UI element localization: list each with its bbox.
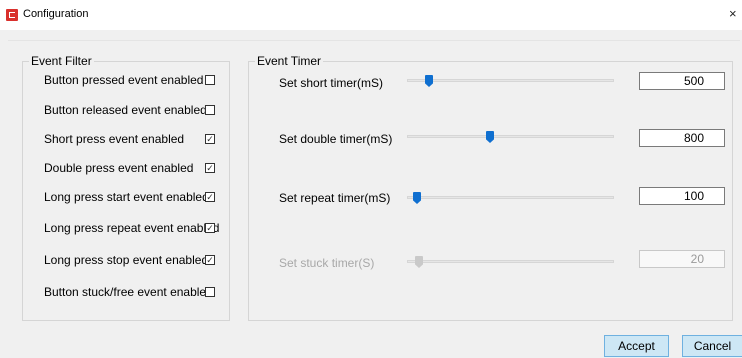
window-title: Configuration	[23, 8, 89, 20]
double-timer-slider-track[interactable]	[407, 135, 614, 138]
button-pressed-label: Button pressed event enabled	[44, 73, 204, 87]
accept-button[interactable]: Accept	[604, 335, 669, 357]
title-bar: Configuration ×	[0, 0, 742, 30]
repeat-timer-label: Set repeat timer(mS)	[279, 191, 391, 205]
long-press-repeat-checkbox[interactable]: ✓	[205, 223, 215, 233]
long-press-repeat-label: Long press repeat event enabled	[44, 221, 220, 235]
short-timer-label: Set short timer(mS)	[279, 76, 384, 90]
stuck-timer-slider-track	[407, 260, 614, 263]
short-press-checkbox[interactable]: ✓	[205, 134, 215, 144]
double-timer-value[interactable]: 800	[639, 129, 725, 147]
repeat-timer-value[interactable]: 100	[639, 187, 725, 205]
stuck-timer-label: Set stuck timer(S)	[279, 256, 375, 270]
double-timer-label: Set double timer(mS)	[279, 132, 393, 146]
long-press-stop-label: Long press stop event enabled	[44, 253, 209, 267]
button-released-checkbox[interactable]	[205, 105, 215, 115]
double-press-checkbox[interactable]: ✓	[205, 163, 215, 173]
close-button[interactable]: ×	[729, 5, 742, 23]
long-press-start-checkbox[interactable]: ✓	[205, 192, 215, 202]
button-pressed-checkbox[interactable]	[205, 75, 215, 85]
stuck-timer-value: 20	[639, 250, 725, 268]
double-press-label: Double press event enabled	[44, 161, 194, 175]
button-stuck-free-label: Button stuck/free event enabled	[44, 285, 213, 299]
button-released-label: Button released event enabled	[44, 103, 207, 117]
button-stuck-free-checkbox[interactable]	[205, 287, 215, 297]
cancel-button[interactable]: Cancel	[682, 335, 742, 357]
short-press-label: Short press event enabled	[44, 132, 185, 146]
repeat-timer-slider-track[interactable]	[407, 196, 614, 199]
short-timer-slider-track[interactable]	[407, 79, 614, 82]
long-press-start-label: Long press start event enabled	[44, 190, 209, 204]
event-timer-legend: Event Timer	[257, 54, 322, 68]
short-timer-value[interactable]: 500	[639, 72, 725, 90]
app-icon	[6, 9, 18, 21]
event-filter-legend: Event Filter	[31, 54, 92, 68]
long-press-stop-checkbox[interactable]: ✓	[205, 255, 215, 265]
